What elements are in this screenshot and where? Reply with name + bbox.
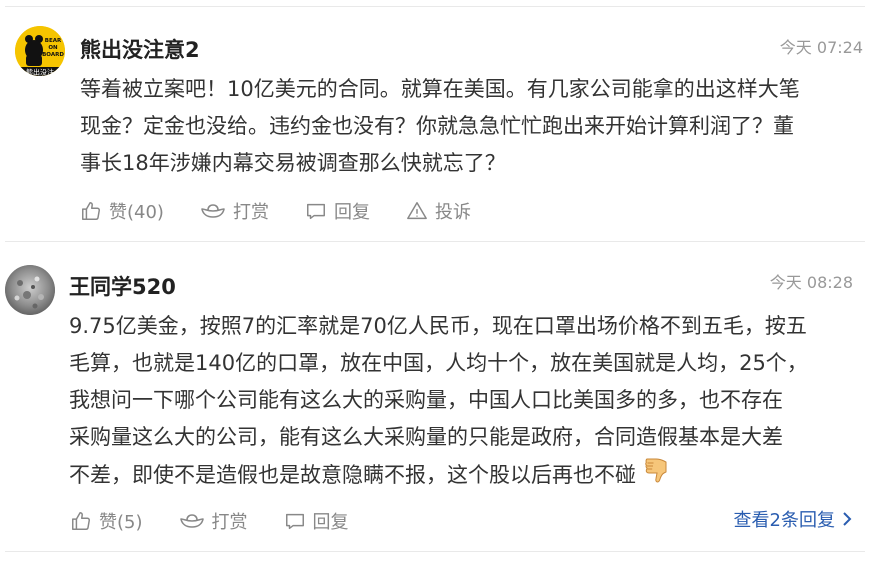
comment-line: 我想问一下哪个公司能有这么大的采购量，中国人口比美国多的多，也不存在 <box>69 388 783 412</box>
tip-label: 打赏 <box>232 202 269 223</box>
avatar-photo-icon <box>5 265 55 315</box>
comment-line: 不差，即使不是造假也是故意隐瞒不报，这个股以后再也不碰 <box>69 456 869 496</box>
comment-item: 王同学520 今天 08:28 9.75亿美金，按照7的汇率就是70亿人民币，现… <box>0 241 875 551</box>
comment-line-text: 不差，即使不是造假也是故意隐瞒不报，这个股以后再也不碰 <box>69 463 636 487</box>
warning-triangle-icon <box>407 202 427 220</box>
username[interactable]: 熊出没注意2 <box>80 34 200 64</box>
comment-line: 现金？定金也没给。违约金也没有？你就急急忙忙跑出来开始计算利润了？董 <box>80 114 794 138</box>
bear-logo-icon: BEAR ON BOARD 熊出没注 <box>15 26 65 76</box>
comment-text: 9.75亿美金，按照7的汇率就是70亿人民币，现在口罩出场价格不到五毛，按五 毛… <box>69 308 869 496</box>
timestamp: 今天 07:24 <box>779 38 863 57</box>
svg-text:熊出没注: 熊出没注 <box>26 68 54 77</box>
comment-line: 采购量这么大的公司，能有这么大采购量的只能是政府，合同造假基本是大差 <box>69 425 783 449</box>
chevron-right-icon <box>843 512 852 526</box>
avatar[interactable] <box>5 265 55 315</box>
view-replies-link[interactable]: 查看2条回复 <box>734 506 853 532</box>
comment-line: 事长18年涉嫌内幕交易被调查那么快就忘了？ <box>80 151 506 175</box>
svg-text:BEAR: BEAR <box>45 38 62 44</box>
tip-label: 打赏 <box>211 512 248 533</box>
thumbs-up-icon <box>82 202 100 220</box>
comment-text: 等着被立案吧！10亿美元的合同。就算在美国。有几家公司能拿的出这样大笔 现金？定… <box>80 71 865 182</box>
comment-item: BEAR ON BOARD 熊出没注 熊出没注意2 今天 07:24 等着被立案… <box>0 0 875 241</box>
view-replies-label: 查看2条回复 <box>733 510 835 531</box>
comment-actions: 赞(5) 打赏 回复 <box>70 508 385 534</box>
tip-button[interactable]: 打赏 <box>200 198 269 224</box>
like-button[interactable]: 赞(40) <box>80 198 164 224</box>
tip-button[interactable]: 打赏 <box>179 508 248 534</box>
thumbs-down-emoji-icon <box>642 456 670 496</box>
speech-bubble-icon <box>306 203 325 220</box>
reply-label: 回复 <box>333 202 370 223</box>
speech-bubble-icon <box>285 513 304 530</box>
username[interactable]: 王同学520 <box>69 271 176 301</box>
timestamp: 今天 08:28 <box>769 273 853 292</box>
like-label: 赞(5) <box>99 512 143 533</box>
report-label: 投诉 <box>434 202 471 223</box>
comment-line: 毛算，也就是140亿的口罩，放在中国，人均十个，放在美国就是人均，25个， <box>69 351 808 375</box>
like-label: 赞(40) <box>109 202 164 223</box>
svg-text:BOARD: BOARD <box>42 52 64 58</box>
comment-line: 9.75亿美金，按照7的汇率就是70亿人民币，现在口罩出场价格不到五毛，按五 <box>69 314 807 338</box>
tip-ingot-icon <box>201 204 225 218</box>
reply-button[interactable]: 回复 <box>284 508 349 534</box>
reply-label: 回复 <box>312 512 349 533</box>
tip-ingot-icon <box>179 514 204 528</box>
avatar[interactable]: BEAR ON BOARD 熊出没注 <box>15 26 65 76</box>
comment-actions: 赞(40) 打赏 回复 投诉 <box>80 198 507 224</box>
bottom-divider <box>5 551 865 552</box>
reply-button[interactable]: 回复 <box>305 198 370 224</box>
comment-line: 等着被立案吧！10亿美元的合同。就算在美国。有几家公司能拿的出这样大笔 <box>80 77 800 101</box>
thumbs-up-icon <box>72 512 90 530</box>
like-button[interactable]: 赞(5) <box>70 508 143 534</box>
svg-text:ON: ON <box>48 45 58 51</box>
report-button[interactable]: 投诉 <box>406 198 471 224</box>
